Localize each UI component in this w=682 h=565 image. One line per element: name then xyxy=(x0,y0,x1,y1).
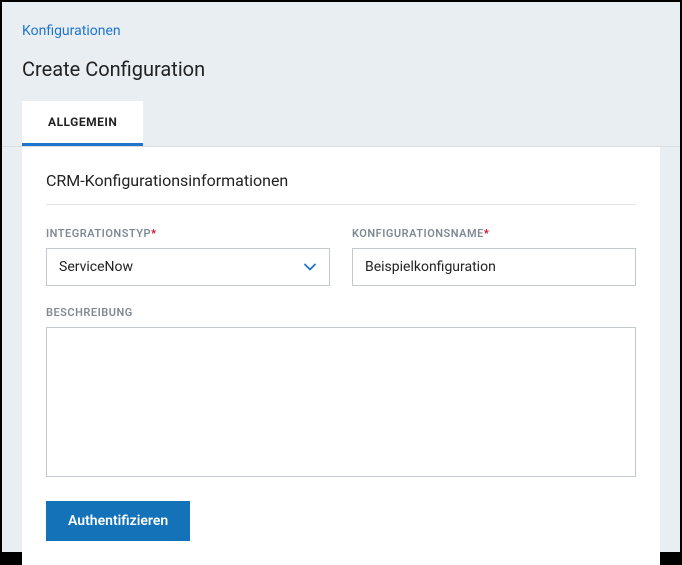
chevron-down-icon xyxy=(303,260,317,274)
breadcrumb-link-configurations[interactable]: Konfigurationen xyxy=(22,23,121,39)
tab-general[interactable]: ALLGEMEIN xyxy=(22,101,143,146)
required-marker: * xyxy=(151,227,156,240)
tab-bar: ALLGEMEIN xyxy=(2,101,680,147)
select-value-integration-type: ServiceNow xyxy=(59,259,303,275)
label-config-name: KONFIGURATIONSNAME* xyxy=(352,227,636,240)
section-title: CRM-Konfigurationsinformationen xyxy=(46,171,636,205)
input-config-name[interactable] xyxy=(352,248,636,286)
app-frame: Konfigurationen Create Configuration ALL… xyxy=(2,2,680,552)
authenticate-button[interactable]: Authentifizieren xyxy=(46,501,190,541)
field-description: BESCHREIBUNG xyxy=(46,306,636,477)
page-title: Create Configuration xyxy=(2,39,680,101)
textarea-description[interactable] xyxy=(46,327,636,477)
select-integration-type[interactable]: ServiceNow xyxy=(46,248,330,286)
label-integration-type: INTEGRATIONSTYP* xyxy=(46,227,330,240)
field-integration-type: INTEGRATIONSTYP* ServiceNow xyxy=(46,227,330,286)
form-panel: CRM-Konfigurationsinformationen INTEGRAT… xyxy=(22,147,660,565)
form-row-1: INTEGRATIONSTYP* ServiceNow KONFIGURATIO… xyxy=(46,227,636,286)
label-description: BESCHREIBUNG xyxy=(46,306,636,319)
required-marker: * xyxy=(484,227,489,240)
breadcrumb: Konfigurationen xyxy=(2,2,680,39)
field-config-name: KONFIGURATIONSNAME* xyxy=(352,227,636,286)
